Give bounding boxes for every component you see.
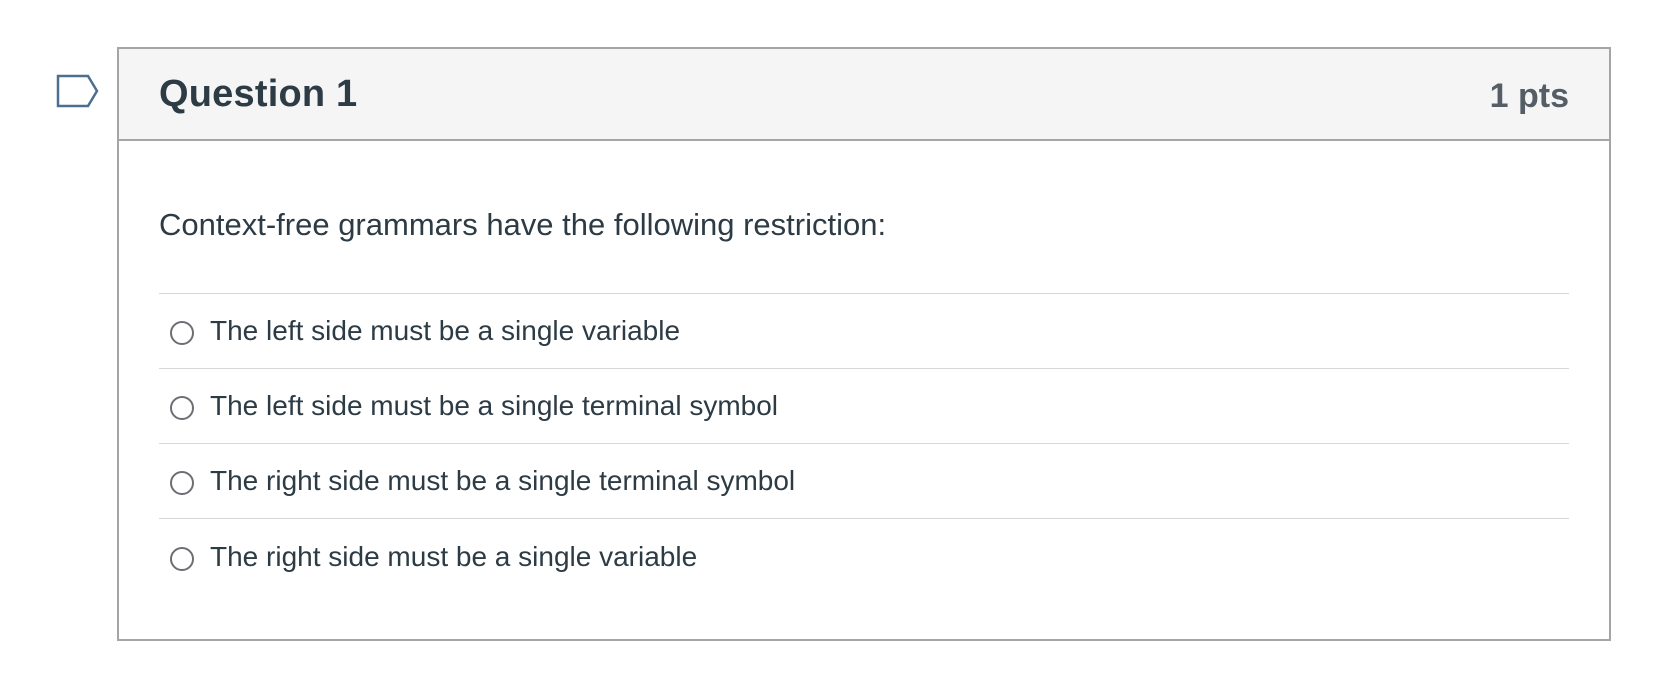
answer-label-2[interactable]: The left side must be a single terminal …: [210, 390, 778, 422]
answer-option-1[interactable]: The left side must be a single variable: [159, 294, 1569, 369]
question-title: Question 1: [159, 72, 358, 115]
question-header: Question 1 1 pts: [119, 49, 1609, 141]
answer-option-2[interactable]: The left side must be a single terminal …: [159, 369, 1569, 444]
question-points: 1 pts: [1489, 76, 1569, 115]
radio-button-1[interactable]: [170, 321, 194, 345]
answer-option-4[interactable]: The right side must be a single variable: [159, 519, 1569, 594]
answer-label-4[interactable]: The right side must be a single variable: [210, 541, 697, 573]
flag-question-icon[interactable]: [56, 74, 100, 110]
quiz-page: Question 1 1 pts Context-free grammars h…: [0, 0, 1672, 682]
radio-button-4[interactable]: [170, 546, 194, 571]
flag-question-icon-svg: [56, 74, 99, 108]
answer-list: The left side must be a single variable …: [159, 294, 1569, 594]
answer-label-1[interactable]: The left side must be a single variable: [210, 315, 680, 347]
radio-button-2[interactable]: [170, 396, 194, 420]
answer-label-3[interactable]: The right side must be a single terminal…: [210, 465, 795, 497]
radio-button-3[interactable]: [170, 471, 194, 495]
answer-option-3[interactable]: The right side must be a single terminal…: [159, 444, 1569, 519]
question-text: Context-free grammars have the following…: [159, 141, 1569, 294]
question-body: Context-free grammars have the following…: [119, 141, 1609, 594]
question-card: Question 1 1 pts Context-free grammars h…: [117, 47, 1611, 641]
